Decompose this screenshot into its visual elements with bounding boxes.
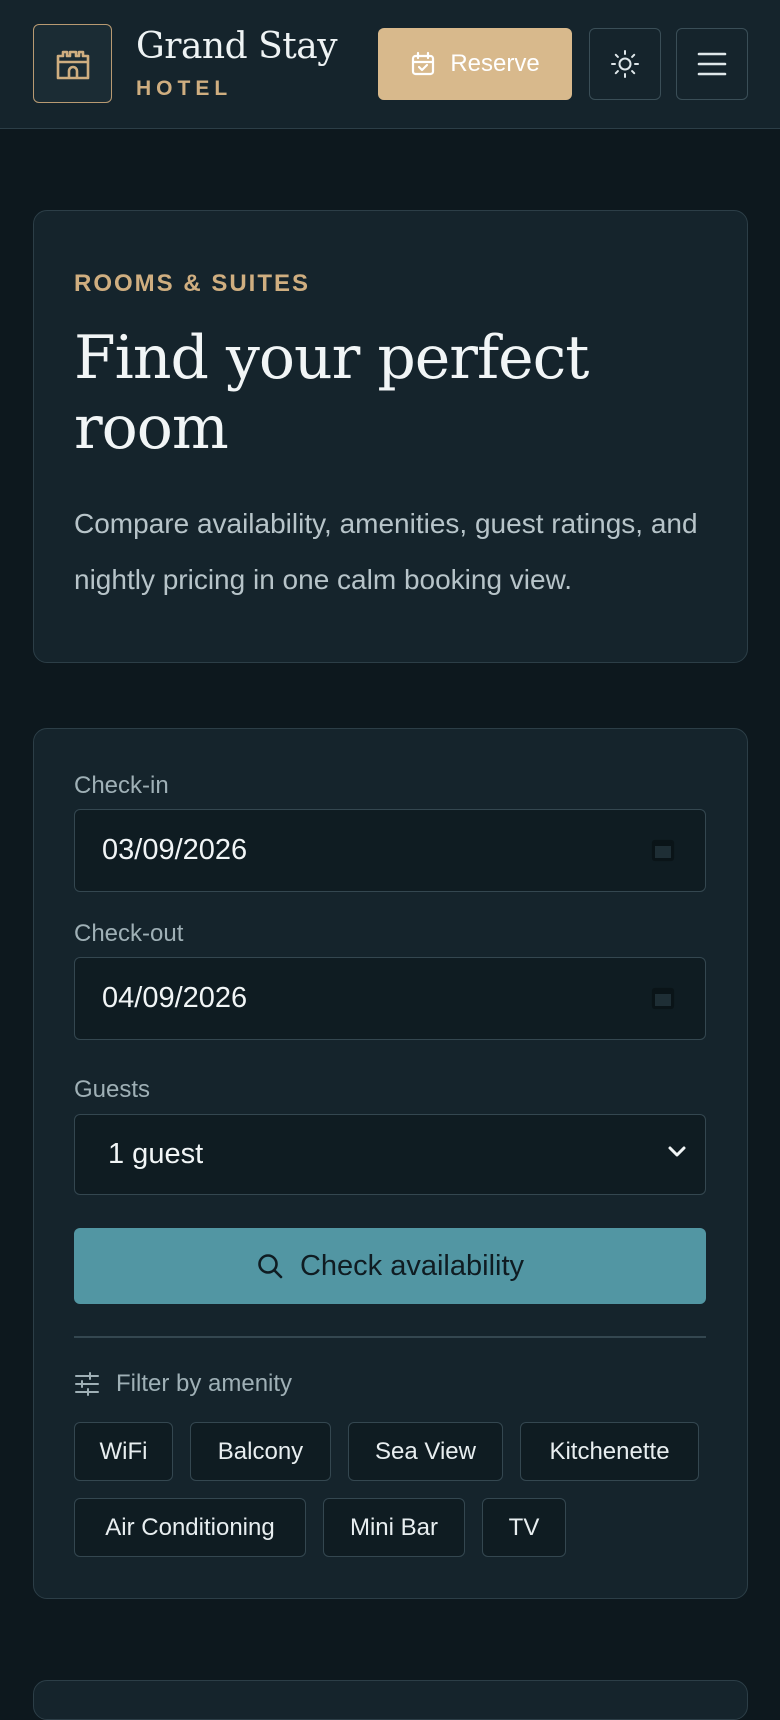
guests-select[interactable]: 1 guest: [74, 1114, 706, 1195]
check-availability-label: Check availability: [299, 1249, 525, 1282]
brand-subtitle: HOTEL: [136, 77, 233, 100]
chevron-down-icon: [668, 1146, 686, 1157]
calendar-icon[interactable]: [651, 838, 675, 862]
divider: [74, 1336, 706, 1338]
amenity-chip-balcony[interactable]: Balcony: [190, 1422, 331, 1481]
amenity-chip-air-conditioning[interactable]: Air Conditioning: [74, 1498, 306, 1557]
amenity-chip-wifi[interactable]: WiFi: [74, 1422, 173, 1481]
booking-search-form: Check-in 03/09/2026 Check-out 04/09/2026…: [33, 728, 748, 1599]
calendar-icon[interactable]: [651, 986, 675, 1010]
brand-logo[interactable]: [33, 24, 112, 103]
checkin-value: 03/09/2026: [102, 834, 248, 866]
amenity-filter-label: Filter by amenity: [116, 1370, 293, 1397]
hero-card: ROOMS & SUITES Find your perfect room Co…: [33, 210, 748, 663]
checkin-label: Check-in: [74, 772, 169, 799]
amenity-chip-mini-bar[interactable]: Mini Bar: [323, 1498, 465, 1557]
checkout-date-input[interactable]: 04/09/2026: [74, 957, 706, 1040]
guests-value: 1 guest: [108, 1138, 204, 1170]
amenity-chip-sea-view[interactable]: Sea View: [348, 1422, 503, 1481]
hero-description: Compare availability, amenities, guest r…: [74, 508, 698, 595]
checkout-label: Check-out: [74, 920, 184, 947]
search-icon: [258, 1254, 283, 1279]
checkout-value: 04/09/2026: [102, 982, 248, 1014]
amenity-chip-kitchenette[interactable]: Kitchenette: [520, 1422, 699, 1481]
reserve-button[interactable]: Reserve: [378, 28, 572, 100]
checkin-date-input[interactable]: 03/09/2026: [74, 809, 706, 892]
app-header: Grand Stay HOTEL Reserve: [0, 0, 780, 129]
amenity-filter-heading: Filter by amenity: [74, 1370, 292, 1398]
hamburger-icon: [697, 52, 727, 76]
theme-toggle-button[interactable]: [589, 28, 661, 100]
calendar-check-icon: [412, 51, 435, 76]
results-card: [33, 1680, 748, 1720]
brand-name: Grand Stay: [136, 26, 338, 67]
hero-eyebrow: ROOMS & SUITES: [74, 270, 311, 297]
menu-button[interactable]: [676, 28, 748, 100]
sun-icon: [611, 50, 639, 78]
page-title: Find your perfect room: [74, 323, 589, 463]
sliders-icon: [75, 1372, 99, 1396]
amenity-chip-tv[interactable]: TV: [482, 1498, 566, 1557]
guests-label: Guests: [74, 1076, 151, 1103]
check-availability-button[interactable]: Check availability: [74, 1228, 706, 1304]
castle-icon: [56, 50, 89, 79]
reserve-label: Reserve: [450, 50, 540, 77]
